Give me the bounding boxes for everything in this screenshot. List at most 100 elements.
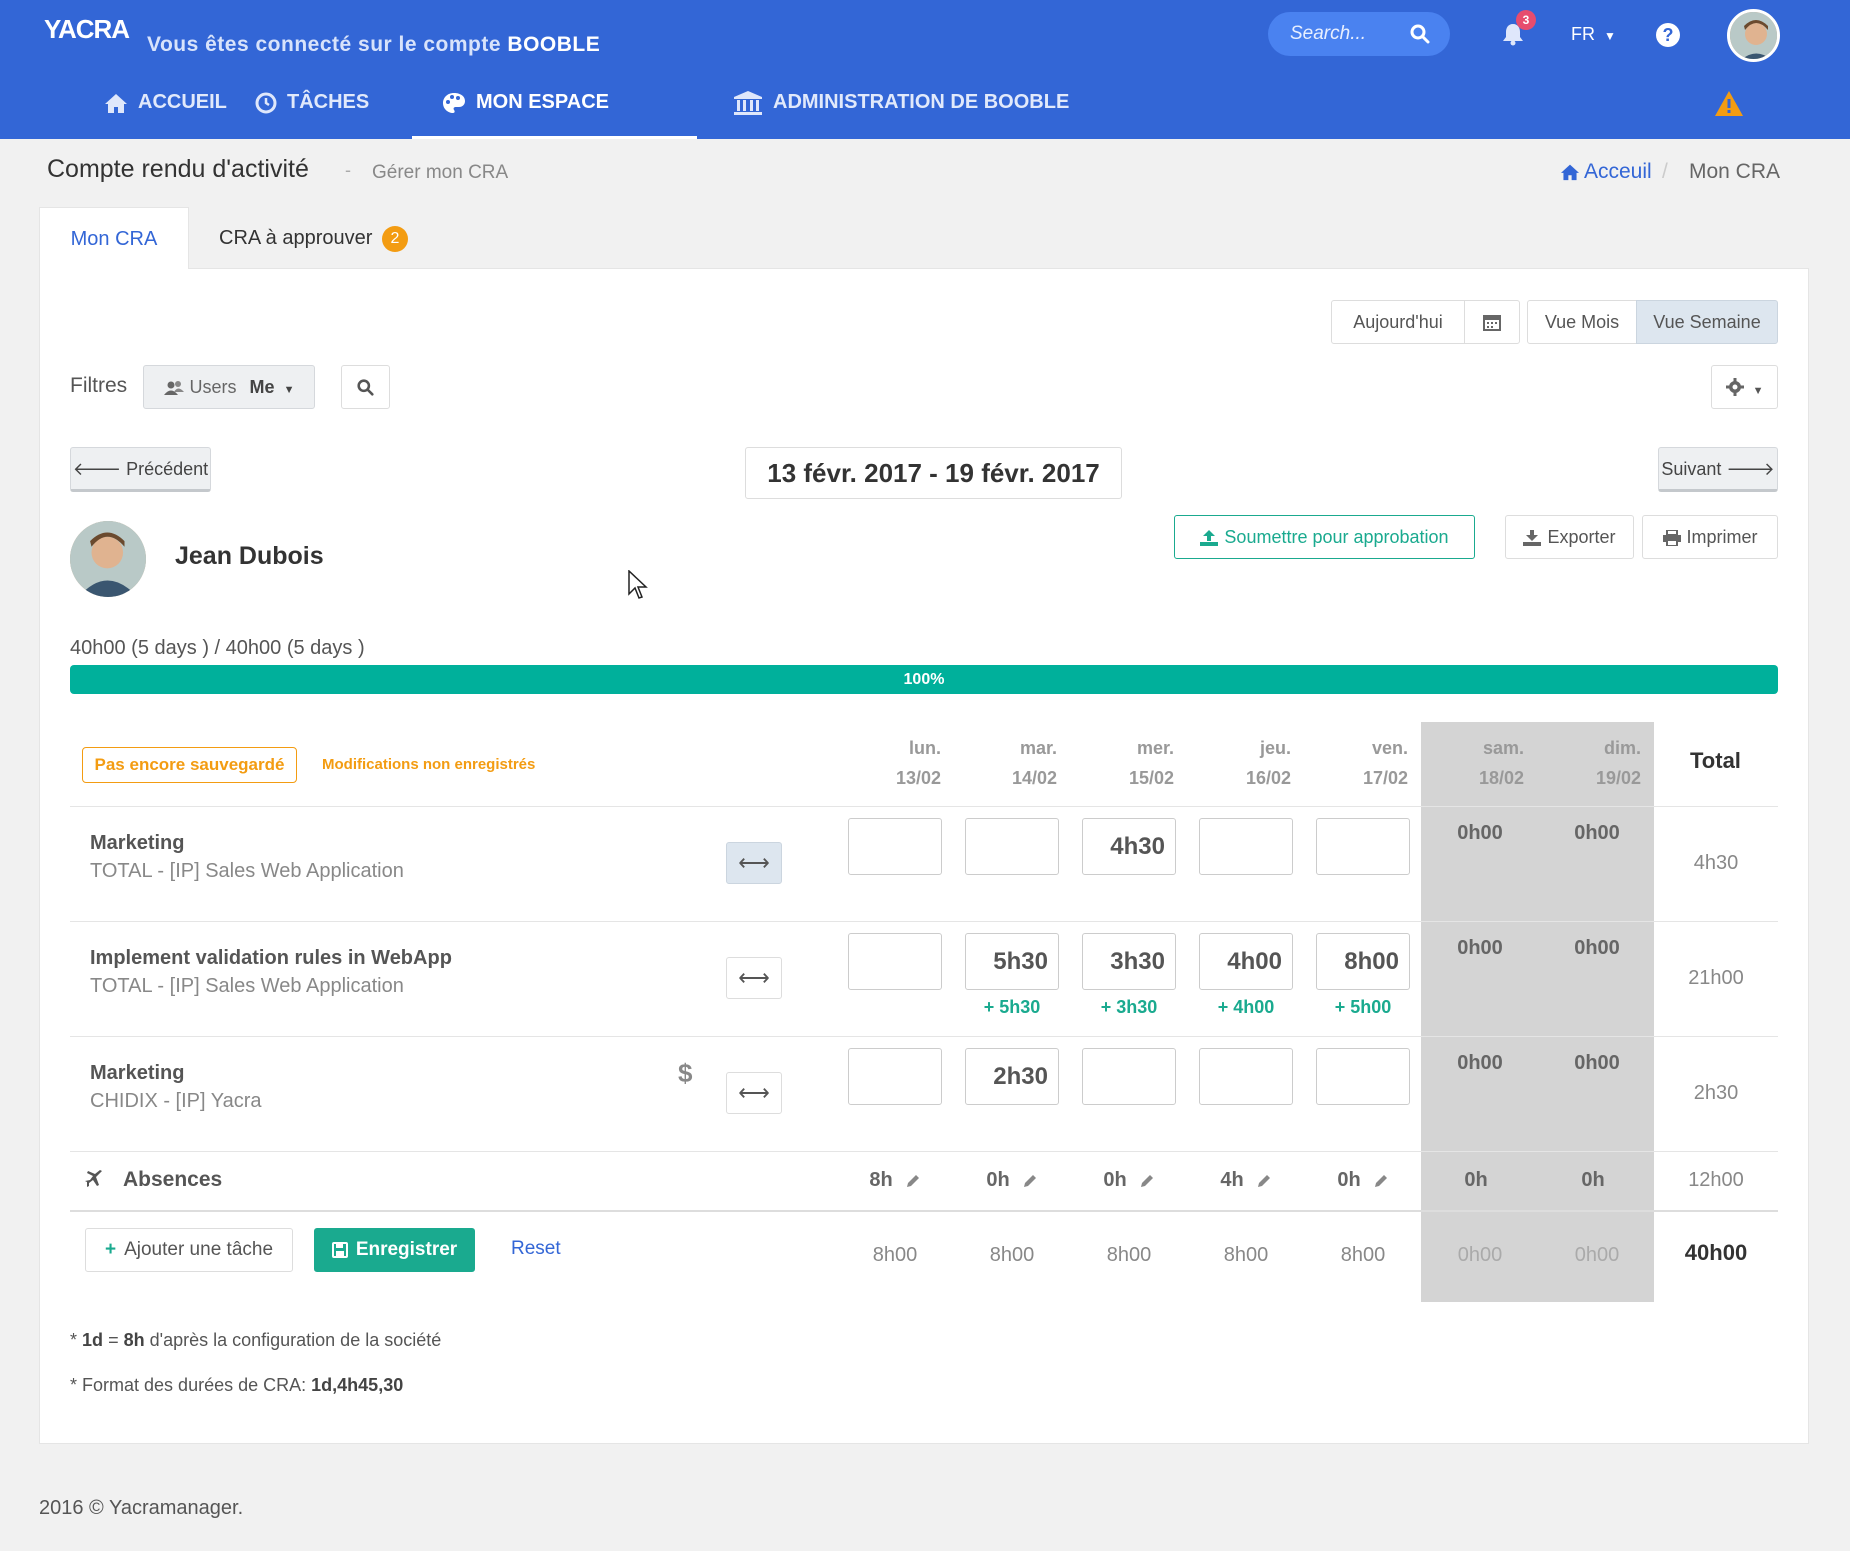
notifications-badge[interactable]: 3	[1516, 10, 1536, 30]
nav-accueil[interactable]: ACCUEIL	[104, 80, 227, 139]
search-icon	[357, 379, 374, 396]
grand-total: 40h00	[1684, 1240, 1748, 1265]
absence-hours: 4h	[1220, 1169, 1244, 1191]
day-total: 0h00	[1574, 1244, 1620, 1266]
pencil-icon[interactable]	[1373, 1173, 1389, 1189]
nav-administration[interactable]: ADMINISTRATION DE BOOBLE	[733, 80, 1069, 139]
weekend-column-background	[1421, 722, 1654, 1302]
pencil-icon[interactable]	[1139, 1173, 1155, 1189]
caret-down-icon: ▼	[1604, 29, 1616, 43]
account-name: BOOBLE	[507, 33, 601, 56]
absence-hours: 0h	[1337, 1169, 1361, 1191]
nav-mon-espace[interactable]: MON ESPACE	[412, 80, 697, 139]
total-header: Total	[1690, 748, 1741, 773]
weekend-value: 0h00	[1574, 1052, 1620, 1074]
note-star: *	[70, 1375, 78, 1395]
search-input[interactable]	[1290, 22, 1400, 46]
move-task-button[interactable]: ⟷	[726, 957, 782, 999]
download-icon	[1523, 530, 1542, 547]
move-task-button[interactable]: ⟷	[726, 1072, 782, 1114]
weekend-value: 0h00	[1457, 822, 1503, 844]
users-icon	[163, 380, 184, 396]
time-cell[interactable]	[965, 818, 1059, 875]
save-button[interactable]: Enregistrer	[314, 1228, 475, 1272]
export-button[interactable]: Exporter	[1505, 515, 1634, 559]
weekend-value: 0h00	[1457, 937, 1503, 959]
nav-label: TÂCHES	[287, 91, 370, 113]
time-cell[interactable]: 5h30	[965, 933, 1059, 990]
week-view-button[interactable]: Vue Semaine	[1636, 300, 1778, 344]
add-task-label: Ajouter une tâche	[124, 1239, 274, 1260]
language-dropdown[interactable]: FR ▼	[1571, 24, 1616, 45]
arrows-horizontal-icon: ⟷	[738, 1080, 770, 1105]
previous-label: Précédent	[126, 459, 209, 479]
time-delta: + 5h30	[983, 997, 1041, 1017]
next-button[interactable]: Suivant 🡒	[1658, 447, 1778, 492]
add-task-button[interactable]: + Ajouter une tâche	[85, 1228, 293, 1272]
search-box[interactable]	[1268, 12, 1450, 56]
floppy-icon	[331, 1241, 348, 1258]
unsaved-message: Modifications non enregistrés	[322, 756, 536, 773]
time-cell[interactable]	[848, 1048, 942, 1105]
absence-value[interactable]: 0h	[965, 1169, 1059, 1192]
time-delta: + 4h00	[1217, 997, 1275, 1017]
absence-value[interactable]: 8h	[848, 1169, 942, 1192]
time-cell[interactable]: 8h00	[1316, 933, 1410, 990]
day-header-thu: jeu. 16/02	[1197, 733, 1291, 793]
time-cell[interactable]	[1082, 1048, 1176, 1105]
search-icon[interactable]	[1410, 24, 1430, 44]
avatar[interactable]	[1727, 9, 1780, 62]
nav-taches[interactable]: TÂCHES	[255, 80, 369, 139]
reset-button[interactable]: Reset	[511, 1238, 561, 1260]
help-icon[interactable]: ?	[1656, 23, 1680, 47]
time-cell[interactable]: 3h30	[1082, 933, 1176, 990]
logo-text: YACRA	[44, 14, 130, 44]
previous-button[interactable]: 🡐 Précédent	[70, 447, 211, 492]
tab-mon-cra[interactable]: Mon CRA	[39, 207, 189, 269]
yacra-logo[interactable]: YACRA	[44, 14, 130, 56]
row-divider	[70, 921, 1778, 922]
warning-icon[interactable]	[1714, 90, 1744, 117]
time-cell[interactable]: 4h00	[1199, 933, 1293, 990]
palette-icon	[442, 92, 466, 114]
absence-value[interactable]: 4h	[1199, 1169, 1293, 1192]
day-total: 8h00	[872, 1244, 918, 1266]
absence-value[interactable]: 0h	[1082, 1169, 1176, 1192]
users-filter-dropdown[interactable]: Users Me ▼	[143, 365, 315, 409]
time-cell[interactable]: 2h30	[965, 1048, 1059, 1105]
day-date: 15/02	[1128, 768, 1174, 788]
breadcrumb-home[interactable]: Acceuil	[1560, 160, 1652, 184]
save-label: Enregistrer	[355, 1239, 458, 1260]
day-name: mar.	[1019, 738, 1057, 758]
time-cell[interactable]	[1199, 1048, 1293, 1105]
time-cell[interactable]: 4h30	[1082, 818, 1176, 875]
pencil-icon[interactable]	[905, 1173, 921, 1189]
nav-label: MON ESPACE	[476, 91, 609, 113]
submit-approval-button[interactable]: Soumettre pour approbation	[1174, 515, 1475, 559]
time-cell[interactable]	[848, 818, 942, 875]
print-button[interactable]: Imprimer	[1642, 515, 1778, 559]
filter-search-button[interactable]	[341, 365, 390, 409]
calendar-button[interactable]	[1464, 300, 1520, 344]
move-task-button[interactable]: ⟷	[726, 842, 782, 884]
submit-label: Soumettre pour approbation	[1224, 527, 1449, 547]
time-cell[interactable]	[848, 933, 942, 990]
note-text: Format des durées de CRA:	[82, 1375, 307, 1395]
time-cell[interactable]	[1316, 818, 1410, 875]
bank-icon	[733, 90, 763, 116]
settings-dropdown[interactable]: ▼	[1711, 365, 1778, 409]
month-view-button[interactable]: Vue Mois	[1527, 300, 1637, 344]
absence-hours: 0h	[986, 1169, 1010, 1191]
absence-value[interactable]: 0h	[1316, 1169, 1410, 1192]
gear-icon	[1725, 378, 1744, 396]
day-date: 17/02	[1362, 768, 1408, 788]
time-cell[interactable]	[1316, 1048, 1410, 1105]
billable-icon: $	[678, 1058, 693, 1088]
day-date: 16/02	[1245, 768, 1291, 788]
pencil-icon[interactable]	[1022, 1173, 1038, 1189]
today-button[interactable]: Aujourd'hui	[1331, 300, 1465, 344]
note-star: *	[70, 1330, 78, 1350]
tab-cra-a-approuver[interactable]: CRA à approuver 2	[190, 207, 408, 269]
pencil-icon[interactable]	[1256, 1173, 1272, 1189]
time-cell[interactable]	[1199, 818, 1293, 875]
